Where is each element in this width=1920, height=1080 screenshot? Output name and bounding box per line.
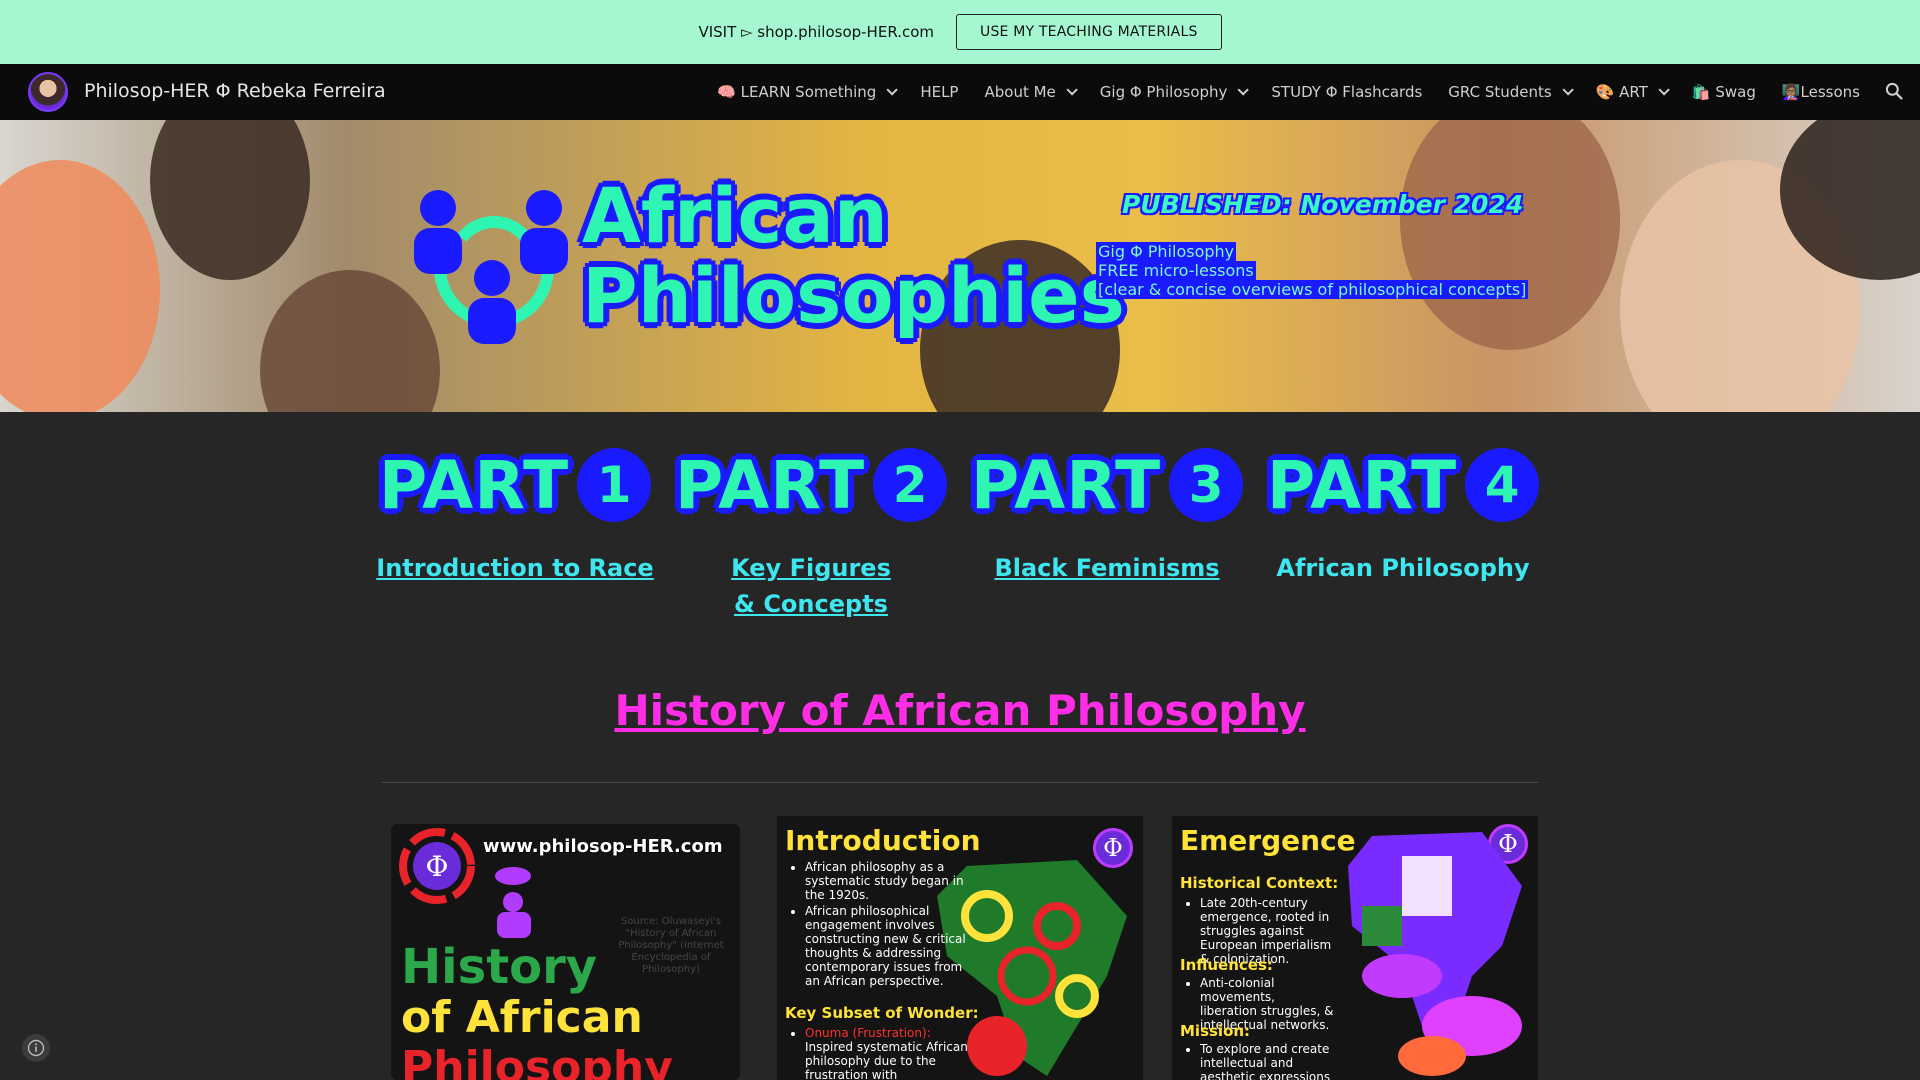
- part-link-introduction-to-race[interactable]: Introduction to Race: [370, 550, 660, 586]
- hero-illustration-face: [1400, 120, 1620, 350]
- slide-card-history[interactable]: Φ www.philosop-HER.com Source: Oluwaseyi…: [391, 824, 740, 1080]
- part-link-black-feminisms[interactable]: Black Feminisms: [962, 550, 1252, 586]
- nav-item-art[interactable]: 🎨 ART: [1595, 83, 1670, 101]
- card-bullets: Onuma (Frustration): Inspired systematic…: [789, 1026, 979, 1080]
- divider: [382, 782, 1538, 783]
- nav-item-label: HELP: [920, 83, 959, 101]
- teaching-materials-button[interactable]: USE MY TEACHING MATERIALS: [956, 14, 1222, 50]
- card-bullet: To explore and create intellectual and a…: [1200, 1042, 1334, 1080]
- card-title-line: Philosophy: [401, 1042, 673, 1080]
- nav-item-lessons[interactable]: 👩🏽‍🏫Lessons: [1782, 83, 1860, 101]
- nav-item-flashcards[interactable]: STUDY Φ Flashcards: [1271, 83, 1422, 101]
- section-title-history[interactable]: History of African Philosophy: [0, 686, 1920, 735]
- hero-title-line: African: [582, 171, 888, 260]
- card-bullets: To explore and create intellectual and a…: [1184, 1042, 1334, 1080]
- part-badge: PART 4: [1258, 444, 1548, 526]
- africa-map-icon: [1348, 832, 1522, 1076]
- part-number: 4: [1465, 448, 1540, 522]
- nav-menu: 🧠 LEARN Something HELP About Me Gig Φ Ph…: [717, 64, 1860, 120]
- part-2: PART 2 Key Figures & Concepts: [666, 444, 956, 622]
- part-number: 1: [577, 448, 652, 522]
- nav-item-learn[interactable]: 🧠 LEARN Something: [717, 83, 899, 101]
- card-term: Onuma (Frustration):: [805, 1026, 931, 1040]
- hero-subtitle-line: [clear & concise overviews of philosophi…: [1096, 280, 1529, 299]
- people-circle-icon: [414, 190, 568, 344]
- announcement-text[interactable]: VISIT ▻ shop.philosop-HER.com: [698, 23, 934, 41]
- nav-item-about[interactable]: About Me: [984, 83, 1078, 101]
- card-heading: Emergence: [1180, 824, 1356, 857]
- nav-item-label: Gig Φ Philosophy: [1099, 83, 1228, 101]
- part-number: 3: [1169, 448, 1244, 522]
- part-badge: PART 2: [666, 444, 956, 526]
- part-word: PART: [1266, 446, 1458, 524]
- part-word: PART: [378, 446, 570, 524]
- nav-item-help[interactable]: HELP: [920, 83, 958, 101]
- part-4: PART 4 African Philosophy: [1258, 444, 1548, 586]
- hero-title-line: Philosophies: [582, 251, 1125, 340]
- nav-item-label: 🧠 LEARN Something: [717, 83, 877, 101]
- hero-illustration-face: [150, 120, 310, 280]
- card-title-line: History: [401, 939, 598, 995]
- avatar[interactable]: [28, 72, 68, 112]
- nav-item-label: 🎨 ART: [1595, 83, 1648, 101]
- card-title-line: of African: [401, 992, 643, 1043]
- info-icon: [27, 1039, 45, 1057]
- svg-text:Φ: Φ: [426, 850, 449, 883]
- part-word: PART: [674, 446, 866, 524]
- hero-title: African Philosophies: [582, 176, 1125, 336]
- thinker-icon: [495, 867, 531, 938]
- search-icon[interactable]: [1884, 81, 1904, 101]
- part-label-african-philosophy: African Philosophy: [1276, 554, 1530, 582]
- site-info-button[interactable]: [22, 1034, 50, 1062]
- card-bullet: African philosophical engagement involve…: [805, 904, 979, 988]
- hero-subtitle-line: Gig Φ Philosophy: [1096, 242, 1237, 261]
- nav-item-label: 👩🏽‍🏫Lessons: [1781, 83, 1860, 101]
- chevron-down-icon: [1562, 84, 1574, 96]
- card-subheading: Historical Context:: [1180, 874, 1339, 892]
- card-bullet: Onuma (Frustration): Inspired systematic…: [805, 1026, 979, 1080]
- nav-item-label: About Me: [984, 83, 1056, 101]
- part-3: PART 3 Black Feminisms: [962, 444, 1252, 586]
- chevron-down-icon: [1066, 84, 1078, 96]
- chevron-down-icon: [886, 84, 899, 96]
- top-nav: Philosop-HER Φ Rebeka Ferreira 🧠 LEARN S…: [0, 64, 1920, 120]
- slide-card-emergence[interactable]: Emergence Φ Historical Context: Late 20t…: [1172, 816, 1538, 1080]
- slide-card-introduction[interactable]: Introduction Φ African philosophy as a s…: [777, 816, 1143, 1080]
- part-1: PART 1 Introduction to Race: [370, 444, 660, 586]
- announcement-bar: VISIT ▻ shop.philosop-HER.com USE MY TEA…: [0, 0, 1920, 64]
- hero-subtitle-line: FREE micro-lessons: [1096, 261, 1256, 280]
- phi-logo-icon: Φ: [399, 828, 475, 904]
- chevron-down-icon: [1237, 84, 1250, 96]
- hero-illustration-face: [0, 160, 160, 412]
- site-title[interactable]: Philosop-HER Φ Rebeka Ferreira: [84, 80, 386, 102]
- nav-item-label: 🛍️ Swag: [1691, 83, 1756, 101]
- nav-item-label: STUDY Φ Flashcards: [1271, 83, 1423, 101]
- card-bullet: African philosophy as a systematic study…: [805, 860, 979, 902]
- card-subheading: Key Subset of Wonder:: [785, 1004, 979, 1022]
- card-subheading: Mission:: [1180, 1022, 1251, 1040]
- nav-item-swag[interactable]: 🛍️ Swag: [1692, 83, 1756, 101]
- part-link-key-figures[interactable]: Key Figures & Concepts: [666, 550, 956, 622]
- card-bullets: African philosophy as a systematic study…: [789, 860, 979, 990]
- nav-item-label: GRC Students: [1448, 83, 1552, 101]
- chevron-down-icon: [1658, 84, 1670, 96]
- hero-banner: African Philosophies PUBLISHED: November…: [0, 120, 1920, 412]
- part-word: PART: [970, 446, 1162, 524]
- part-badge: PART 3: [962, 444, 1252, 526]
- card-url: www.philosop-HER.com: [483, 836, 723, 857]
- card-heading: Introduction: [785, 824, 981, 857]
- card-subheading: Influences:: [1180, 956, 1273, 974]
- published-date: PUBLISHED: November 2024: [1122, 190, 1524, 219]
- card-source: Source: Oluwaseyi's "History of African …: [618, 916, 724, 975]
- part-badge: PART 1: [370, 444, 660, 526]
- nav-item-grc-students[interactable]: GRC Students: [1448, 83, 1574, 101]
- nav-item-gig-philosophy[interactable]: Gig Φ Philosophy: [1099, 83, 1250, 101]
- part-number: 2: [873, 448, 948, 522]
- card-term-text: Inspired systematic African philosophy d…: [805, 1040, 968, 1080]
- hero-subtitle: Gig Φ Philosophy FREE micro-lessons [cle…: [1096, 242, 1529, 299]
